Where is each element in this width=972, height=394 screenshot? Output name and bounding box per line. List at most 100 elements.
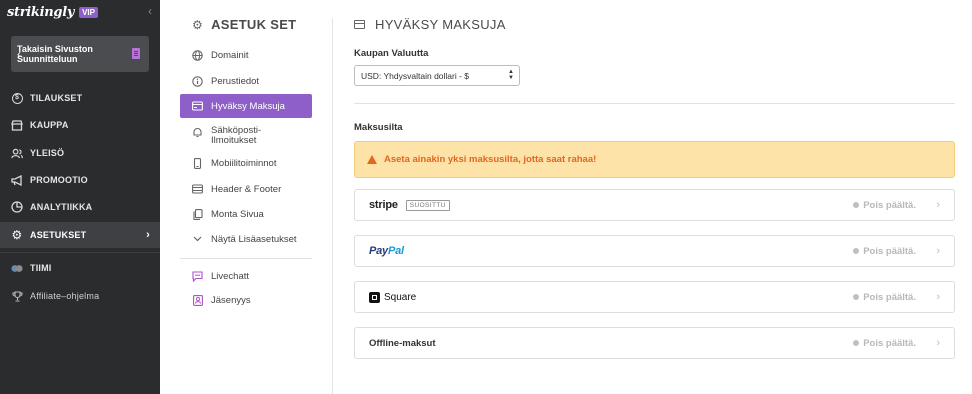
settings-item-livechat[interactable]: Livechatt <box>180 264 312 288</box>
paypal-logo-part1: Pay <box>369 245 388 257</box>
gear-icon: ⚙ <box>192 17 204 32</box>
store-icon <box>11 119 23 131</box>
page-title: HYVÄKSY MAKSUJA <box>354 17 506 32</box>
gateway-status: Pois päältä. <box>853 338 916 349</box>
settings-item-accept-payments[interactable]: Hyväksy Maksuja <box>180 94 312 118</box>
square-logo-icon <box>369 291 380 303</box>
settings-item-domains[interactable]: Domainit <box>180 43 312 67</box>
status-dot-icon <box>853 340 860 346</box>
warning-text: Aseta ainakin yksi maksusilta, jotta saa… <box>384 154 597 165</box>
globe-icon <box>192 49 203 61</box>
settings-title: ⚙ ASETUK SET <box>192 17 296 32</box>
sidebar-item-settings[interactable]: ⚙ ASETUKSET › <box>0 222 160 248</box>
chat-icon <box>192 270 203 282</box>
sidebar-item-label: Affiliate–ohjelma <box>30 291 100 301</box>
status-text: Pois päältä. <box>863 291 916 303</box>
audience-icon <box>11 147 23 159</box>
square-logo-text: Square <box>384 291 417 303</box>
status-text: Pois päältä. <box>863 199 916 211</box>
gateway-row-offline[interactable]: Offline-maksut Pois päältä. › <box>354 327 955 359</box>
chevron-right-icon: › <box>936 199 940 211</box>
settings-item-label: Monta Sivua <box>211 208 264 220</box>
warning-banner: Aseta ainakin yksi maksusilta, jotta saa… <box>354 141 955 178</box>
brand[interactable]: strikingly VIP <box>7 4 98 20</box>
sidebar-item-promotion[interactable]: PROMOOTIO <box>0 167 160 193</box>
currency-value: USD: Yhdysvaltain dollari - $ <box>361 70 470 81</box>
chevron-down-icon <box>192 234 203 245</box>
status-text: Pois päältä. <box>863 337 916 349</box>
status-text: Pois päältä. <box>863 245 916 257</box>
sidebar-item-label: TILAUKSET <box>30 93 83 103</box>
back-to-editor-button[interactable]: ‹ Takaisin Sivuston Suunnitteluun <box>11 36 149 72</box>
bell-icon <box>192 127 203 138</box>
sidebar-item-orders[interactable]: $ TILAUKSET <box>0 85 160 111</box>
credit-card-icon <box>192 101 203 112</box>
gateway-row-square[interactable]: Square Pois päältä. › <box>354 281 955 313</box>
sidebar-item-affiliate[interactable]: Affiliate–ohjelma <box>0 283 160 309</box>
gateway-status: Pois päältä. <box>853 246 916 257</box>
chevron-right-icon: › <box>936 245 940 257</box>
sidebar-item-audience[interactable]: YLEISÖ <box>0 140 160 166</box>
settings-title-text: ASETUK SET <box>211 17 297 32</box>
layout-icon <box>192 184 203 195</box>
info-icon <box>192 75 203 87</box>
app-root: strikingly VIP ‹ ‹ Takaisin Sivuston Suu… <box>0 0 972 394</box>
section-divider <box>354 103 955 104</box>
status-dot-icon <box>853 248 860 254</box>
currency-label: Kaupan Valuutta <box>354 48 429 59</box>
select-arrows-icon: ▲ ▼ <box>508 69 514 81</box>
settings-item-mobile[interactable]: Mobiilitoiminnot <box>180 151 312 175</box>
settings-item-label: Sähköposti-Ilmoitukset <box>211 125 262 146</box>
settings-menu: ⚙ ASETUK SET Domainit Perustiedot Hyväks… <box>180 0 332 394</box>
chevron-right-icon: › <box>936 291 940 303</box>
stripe-logo: stripe <box>369 199 398 211</box>
chevron-left-icon[interactable]: ‹ <box>148 4 152 18</box>
sidebar-item-store[interactable]: KAUPPA <box>0 112 160 138</box>
gateways-label: Maksusilta <box>354 122 403 133</box>
sidebar-item-label: TIIMI <box>30 263 52 273</box>
vip-badge: VIP <box>79 6 98 18</box>
sidebar-item-label: ASETUKSET <box>30 230 87 240</box>
column-divider <box>332 18 333 394</box>
settings-item-show-advanced[interactable]: Näytä Lisäasetukset <box>180 227 312 251</box>
settings-item-header-footer[interactable]: Header & Footer <box>180 177 312 201</box>
sidebar-item-analytics[interactable]: ANALYTIIKKA <box>0 194 160 220</box>
sidebar-divider <box>0 252 160 253</box>
dollar-icon: $ <box>11 92 23 104</box>
gateway-row-stripe[interactable]: stripe SUOSITTU Pois päältä. › <box>354 189 955 221</box>
gear-icon: ⚙ <box>11 228 23 242</box>
strikingly-logo: strikingly <box>7 4 75 20</box>
settings-item-email-notifications[interactable]: Sähköposti-Ilmoitukset <box>180 124 312 154</box>
back-button-label: Takaisin Sivuston Suunnitteluun <box>17 44 93 64</box>
sidebar-item-label: KAUPPA <box>30 120 69 130</box>
chevron-right-icon: › <box>146 229 150 241</box>
pages-icon <box>192 208 203 220</box>
gateway-status: Pois päältä. <box>853 200 916 211</box>
sidebar-item-label: PROMOOTIO <box>30 175 88 185</box>
settings-item-label: Domainit <box>211 49 249 61</box>
sidebar-item-label: ANALYTIIKKA <box>30 202 93 212</box>
megaphone-icon <box>11 174 23 186</box>
offline-payments-label: Offline-maksut <box>369 337 436 349</box>
settings-item-label: Näytä Lisäasetukset <box>211 233 297 245</box>
document-icon <box>132 48 140 59</box>
settings-item-basic-info[interactable]: Perustiedot <box>180 69 312 93</box>
settings-divider <box>180 258 312 259</box>
mobile-icon <box>192 157 203 169</box>
gateway-row-paypal[interactable]: PayPal Pois päältä. › <box>354 235 955 267</box>
sidebar-item-team[interactable]: TIIMI <box>0 255 160 281</box>
status-dot-icon <box>853 202 860 208</box>
chevron-right-icon: › <box>936 337 940 349</box>
settings-item-label: Perustiedot <box>211 75 260 87</box>
member-icon <box>192 294 203 306</box>
credit-card-icon <box>354 20 365 29</box>
paypal-logo: PayPal <box>369 245 404 257</box>
warning-icon <box>367 155 377 164</box>
settings-item-multiple-pages[interactable]: Monta Sivua <box>180 202 312 226</box>
pie-chart-icon <box>11 201 23 213</box>
gateway-status: Pois päältä. <box>853 292 916 303</box>
sidebar-item-label: YLEISÖ <box>30 148 65 158</box>
settings-item-label: Header & Footer <box>211 183 282 195</box>
settings-item-membership[interactable]: Jäsenyys <box>180 288 312 312</box>
currency-select[interactable]: USD: Yhdysvaltain dollari - $ ▲ ▼ <box>354 65 520 86</box>
